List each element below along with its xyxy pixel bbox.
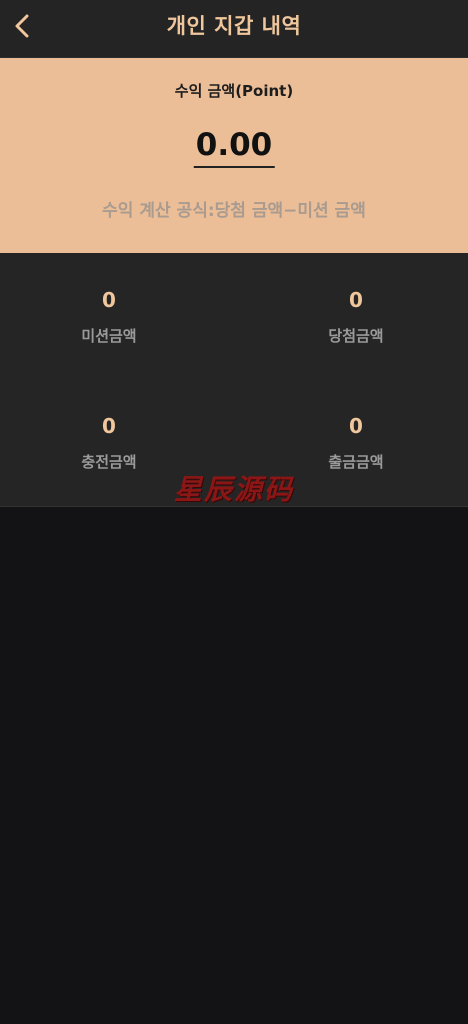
page-title: 개인 지갑 내역: [166, 14, 302, 38]
stat-value: 0: [349, 288, 363, 312]
earnings-card: 수익 금액(Point) 0.00 수익 계산 공식:당첨 금액−미션 금액: [0, 58, 468, 253]
stat-value: 0: [102, 288, 116, 312]
header: 개인 지갑 내역: [0, 0, 468, 58]
earnings-amount: 0.00: [193, 128, 275, 168]
stats-panel: 0 미션금액 0 당첨금액 0 충전금액 0 출금금액: [0, 253, 468, 507]
stat-mission-amount: 0 미션금액: [9, 287, 209, 346]
wallet-history-screen: 개인 지갑 내역 수익 금액(Point) 0.00 수익 계산 공식:당첨 금…: [0, 0, 468, 1024]
earnings-formula: 수익 계산 공식:당첨 금액−미션 금액: [102, 201, 366, 221]
stat-label: 충전금액: [81, 453, 137, 471]
stat-win-amount: 0 당첨금액: [256, 287, 456, 346]
stat-value: 0: [349, 414, 363, 438]
stat-value: 0: [102, 414, 116, 438]
stat-label: 출금금액: [328, 453, 384, 471]
earnings-label: 수익 금액(Point): [174, 82, 294, 100]
stat-label: 당첨금액: [328, 327, 384, 345]
stat-charge-amount: 0 충전금액: [9, 413, 209, 472]
stat-label: 미션금액: [81, 327, 137, 345]
stat-withdraw-amount: 0 출금금액: [256, 413, 456, 472]
